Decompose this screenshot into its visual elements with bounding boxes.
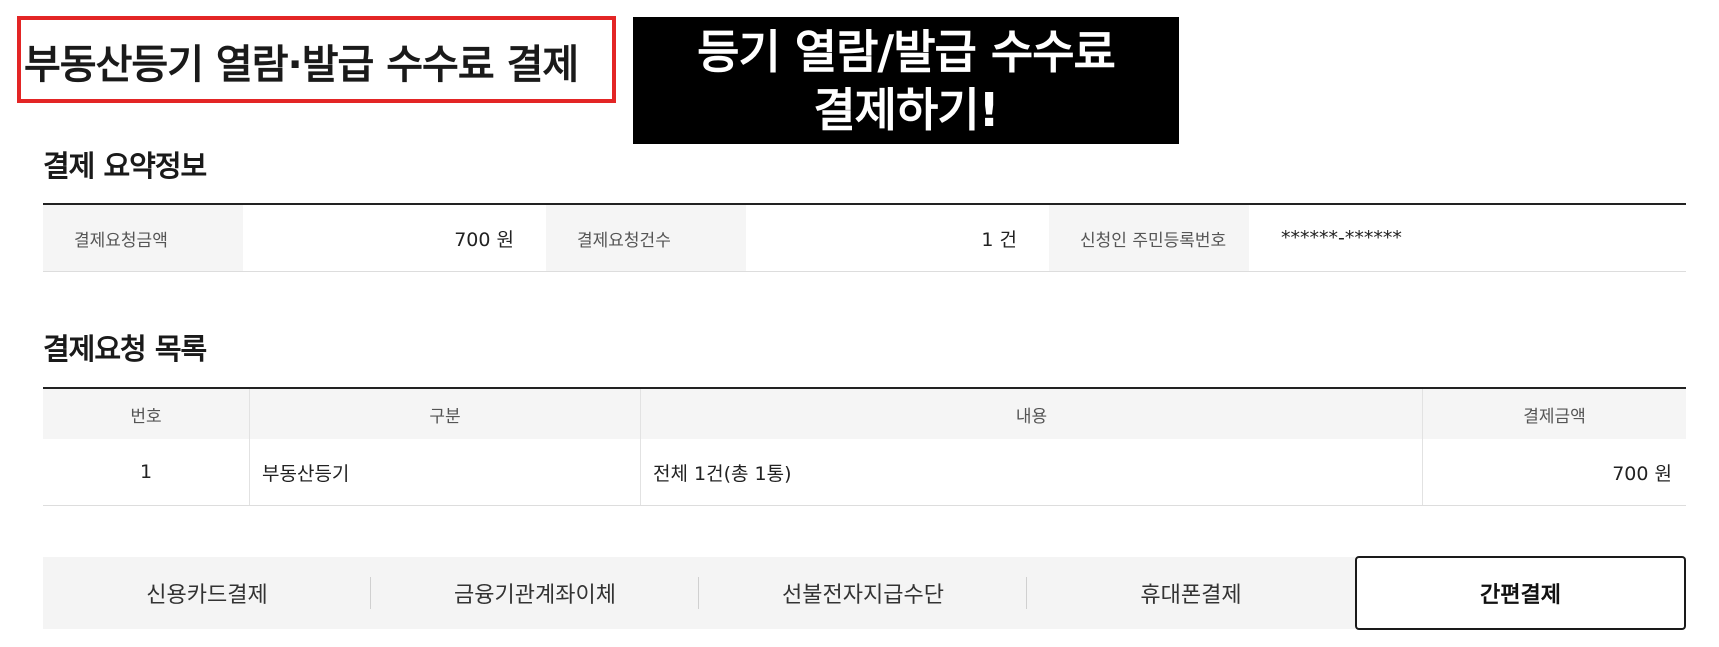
column-header-content: 내용 [641,389,1423,439]
amount-value: 700 원 [454,228,514,251]
tab-credit-card[interactable]: 신용카드결제 [43,557,371,629]
banner-line-1: 등기 열람/발급 수수료 [697,24,1116,79]
count-value: 1 건 [981,228,1017,251]
tab-mobile-payment[interactable]: 휴대폰결제 [1027,557,1355,629]
column-header-no: 번호 [43,389,250,439]
page-title: 부동산등기 열람·발급 수수료 결제 [24,42,579,88]
summary-table: 결제요청금액 700 원 결제요청건수 1 건 신청인 주민등록번호 *****… [43,203,1686,272]
summary-heading: 결제 요약정보 [43,149,207,183]
column-header-type: 구분 [250,389,641,439]
row-amount: 700 원 [1612,462,1672,485]
count-label: 결제요청건수 [546,205,746,271]
table-header-row: 번호 구분 내용 결제금액 [43,389,1686,439]
id-value: ******-****** [1281,227,1402,249]
tab-bank-transfer[interactable]: 금융기관계좌이체 [371,557,699,629]
promo-banner: 등기 열람/발급 수수료 결제하기! [633,17,1179,144]
amount-label: 결제요청금액 [43,205,243,271]
id-label: 신청인 주민등록번호 [1049,205,1249,271]
banner-line-2: 결제하기! [813,82,999,137]
row-no: 1 [43,439,250,505]
request-list-table: 번호 구분 내용 결제금액 1 부동산등기 전체 1건(총 1통) 700 원 [43,387,1686,506]
row-type: 부동산등기 [250,439,641,505]
row-content: 전체 1건(총 1통) [641,439,1423,505]
column-header-amount: 결제금액 [1523,406,1586,427]
payment-method-tabs: 신용카드결제 금융기관계좌이체 선불전자지급수단 휴대폰결제 간편결제 [43,556,1686,630]
tab-easy-payment[interactable]: 간편결제 [1355,556,1686,630]
tab-prepaid-payment[interactable]: 선불전자지급수단 [699,557,1027,629]
request-list-heading: 결제요청 목록 [43,332,207,366]
table-row: 1 부동산등기 전체 1건(총 1통) 700 원 [43,439,1686,506]
